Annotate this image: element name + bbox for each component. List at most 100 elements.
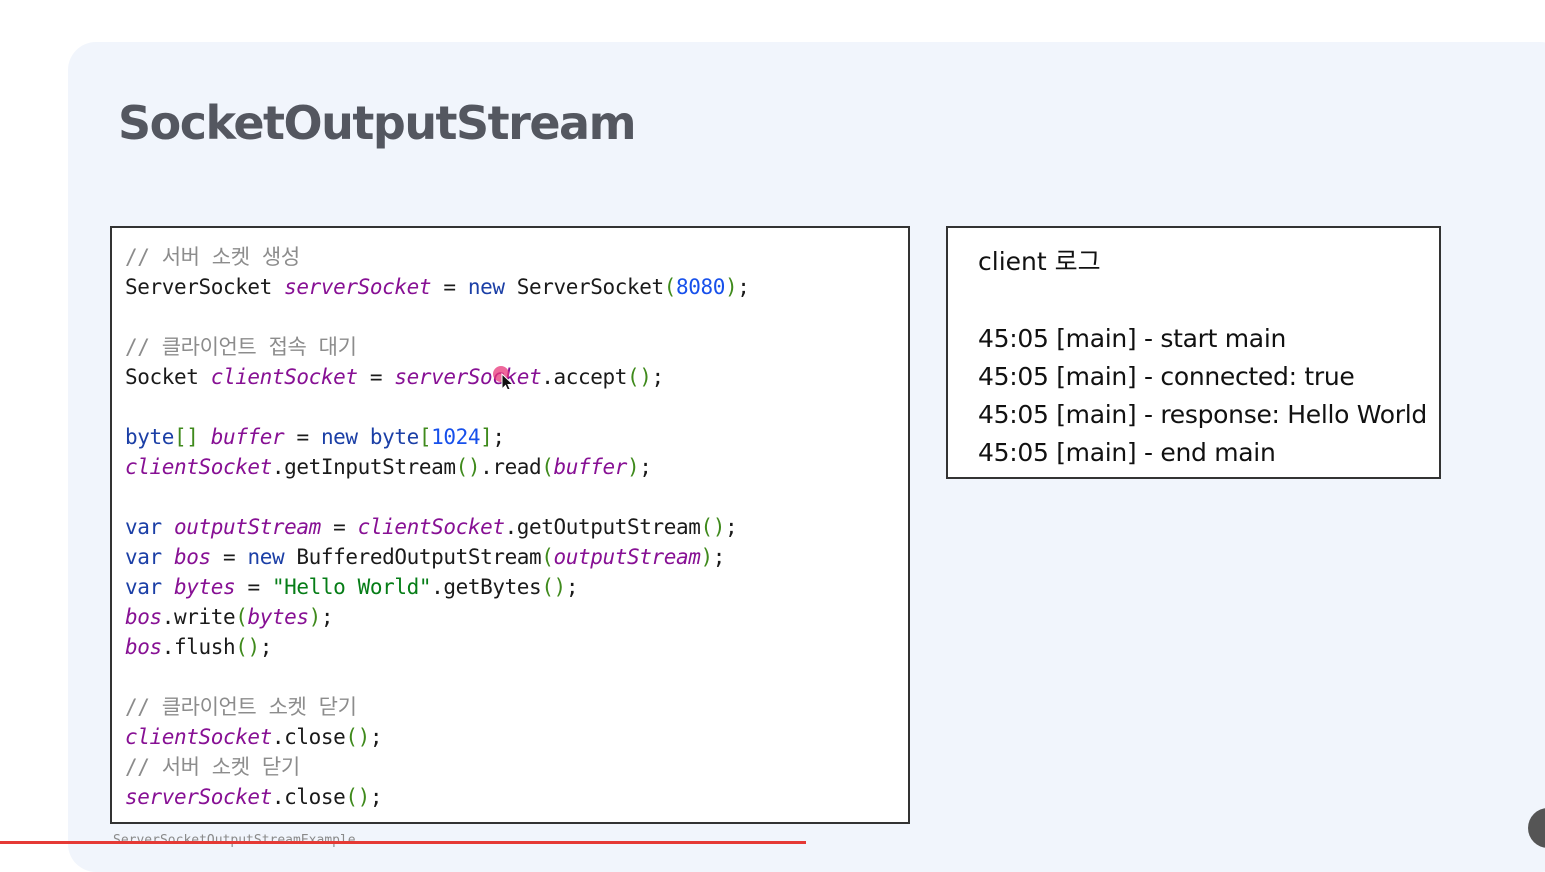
code-token: new [320,425,358,449]
code-token: ; [724,515,738,539]
code-token: = [431,275,468,299]
code-line: Socket clientSocket = serverSocket.accep… [125,362,749,392]
code-token: // 클라이언트 소켓 닫기 [125,695,357,719]
code-token: ; [737,275,750,299]
code-token: .flush [161,635,236,659]
code-panel: // 서버 소켓 생성 ServerSocket serverSocket = n… [110,226,910,824]
code-token: = [284,425,321,449]
code-line: clientSocket.close(); [125,722,749,752]
code-token: .getInputStream [271,455,456,479]
code-token: ( [663,275,677,299]
code-token: .write [161,605,236,629]
code-token: clientSocket [125,455,272,479]
log-line: 45:05 [main] - end main [978,438,1276,467]
code-token: bos [125,635,162,659]
code-token: = [357,365,395,389]
log-line: 45:05 [main] - response: Hello World [978,400,1427,429]
code-token: ( [541,545,554,569]
code-token: .getOutputStream [504,515,701,539]
code-token: = [235,575,272,599]
code-token: new [467,275,505,299]
code-token: Socket [125,365,211,389]
code-token: = [320,515,358,539]
code-token: = [210,545,248,569]
code-token: .read [480,455,542,479]
code-block: // 서버 소켓 생성 ServerSocket serverSocket = n… [125,242,750,812]
code-token: () [541,575,566,599]
code-token: () [345,785,370,809]
code-token: var [125,515,162,539]
code-token: outputStream [553,545,701,569]
code-token: serverSocket [394,365,542,389]
code-token: var [125,575,162,599]
code-token: bytes [247,605,309,629]
code-token: byte [369,425,419,449]
code-token: ServerSocket [504,275,664,299]
code-token: new [247,545,285,569]
code-token: // 서버 소켓 닫기 [125,755,300,779]
code-token: bos [125,605,162,629]
code-token: ; [712,545,726,569]
code-token: [ [418,425,432,449]
code-line: bos.write(bytes); [125,602,749,632]
code-token: bos [173,545,211,569]
code-token: ; [651,365,664,389]
code-token: ( [235,605,248,629]
code-line: ServerSocket serverSocket = new ServerSo… [125,272,750,302]
code-token: // 클라이언트 접속 대기 [125,335,357,359]
log-panel: client 로그 45:05 [main] - start main 45:0… [946,226,1441,479]
code-token: ; [259,635,273,659]
code-token: clientSocket [357,515,505,539]
log-line: 45:05 [main] - start main [978,324,1287,353]
code-token: ; [369,785,383,809]
code-token: .accept [541,365,627,389]
code-line: var bytes = "Hello World".getBytes(); [125,572,749,602]
code-token: () [626,365,652,389]
code-token: [] [173,425,199,449]
code-token: ServerSocket [125,275,285,299]
code-token: clientSocket [125,725,272,749]
code-token: bytes [173,575,236,599]
code-token: () [345,725,370,749]
code-token: // 서버 소켓 생성 [125,245,300,269]
code-line: bos.flush(); [125,632,749,662]
code-token: clientSocket [210,365,358,389]
code-token: serverSocket [125,785,272,809]
code-line: // 서버 소켓 닫기 [125,752,749,782]
code-line: // 서버 소켓 생성 [125,242,749,272]
code-line: serverSocket.close(); [125,782,749,812]
code-token: ; [492,425,505,449]
code-token: buffer [210,425,285,449]
slide-title: SocketOutputStream [118,96,637,150]
code-line: var outputStream = clientSocket.getOutpu… [125,512,749,542]
code-token: .close [271,785,346,809]
code-line: byte[] buffer = new byte[1024]; [125,422,749,452]
code-token: .close [271,725,346,749]
code-token: ; [369,725,383,749]
code-token: ) [700,545,713,569]
code-token: ] [480,425,493,449]
code-token: serverSocket [284,275,432,299]
log-line: 45:05 [main] - connected: true [978,362,1355,391]
code-line: clientSocket.getInputStream().read(buffe… [125,452,749,482]
log-lines: 45:05 [main] - start main 45:05 [main] -… [978,320,1427,472]
code-token: ; [320,605,334,629]
code-token: ; [565,575,579,599]
code-token: 8080 [675,275,725,299]
code-token: ) [627,455,640,479]
code-token: "Hello World" [271,575,432,599]
code-line: // 클라이언트 접속 대기 [125,332,749,362]
code-token: buffer [553,455,628,479]
code-token: var [125,545,162,569]
code-token: .getBytes [431,575,542,599]
log-title: client 로그 [978,247,1101,276]
code-token: () [235,635,260,659]
